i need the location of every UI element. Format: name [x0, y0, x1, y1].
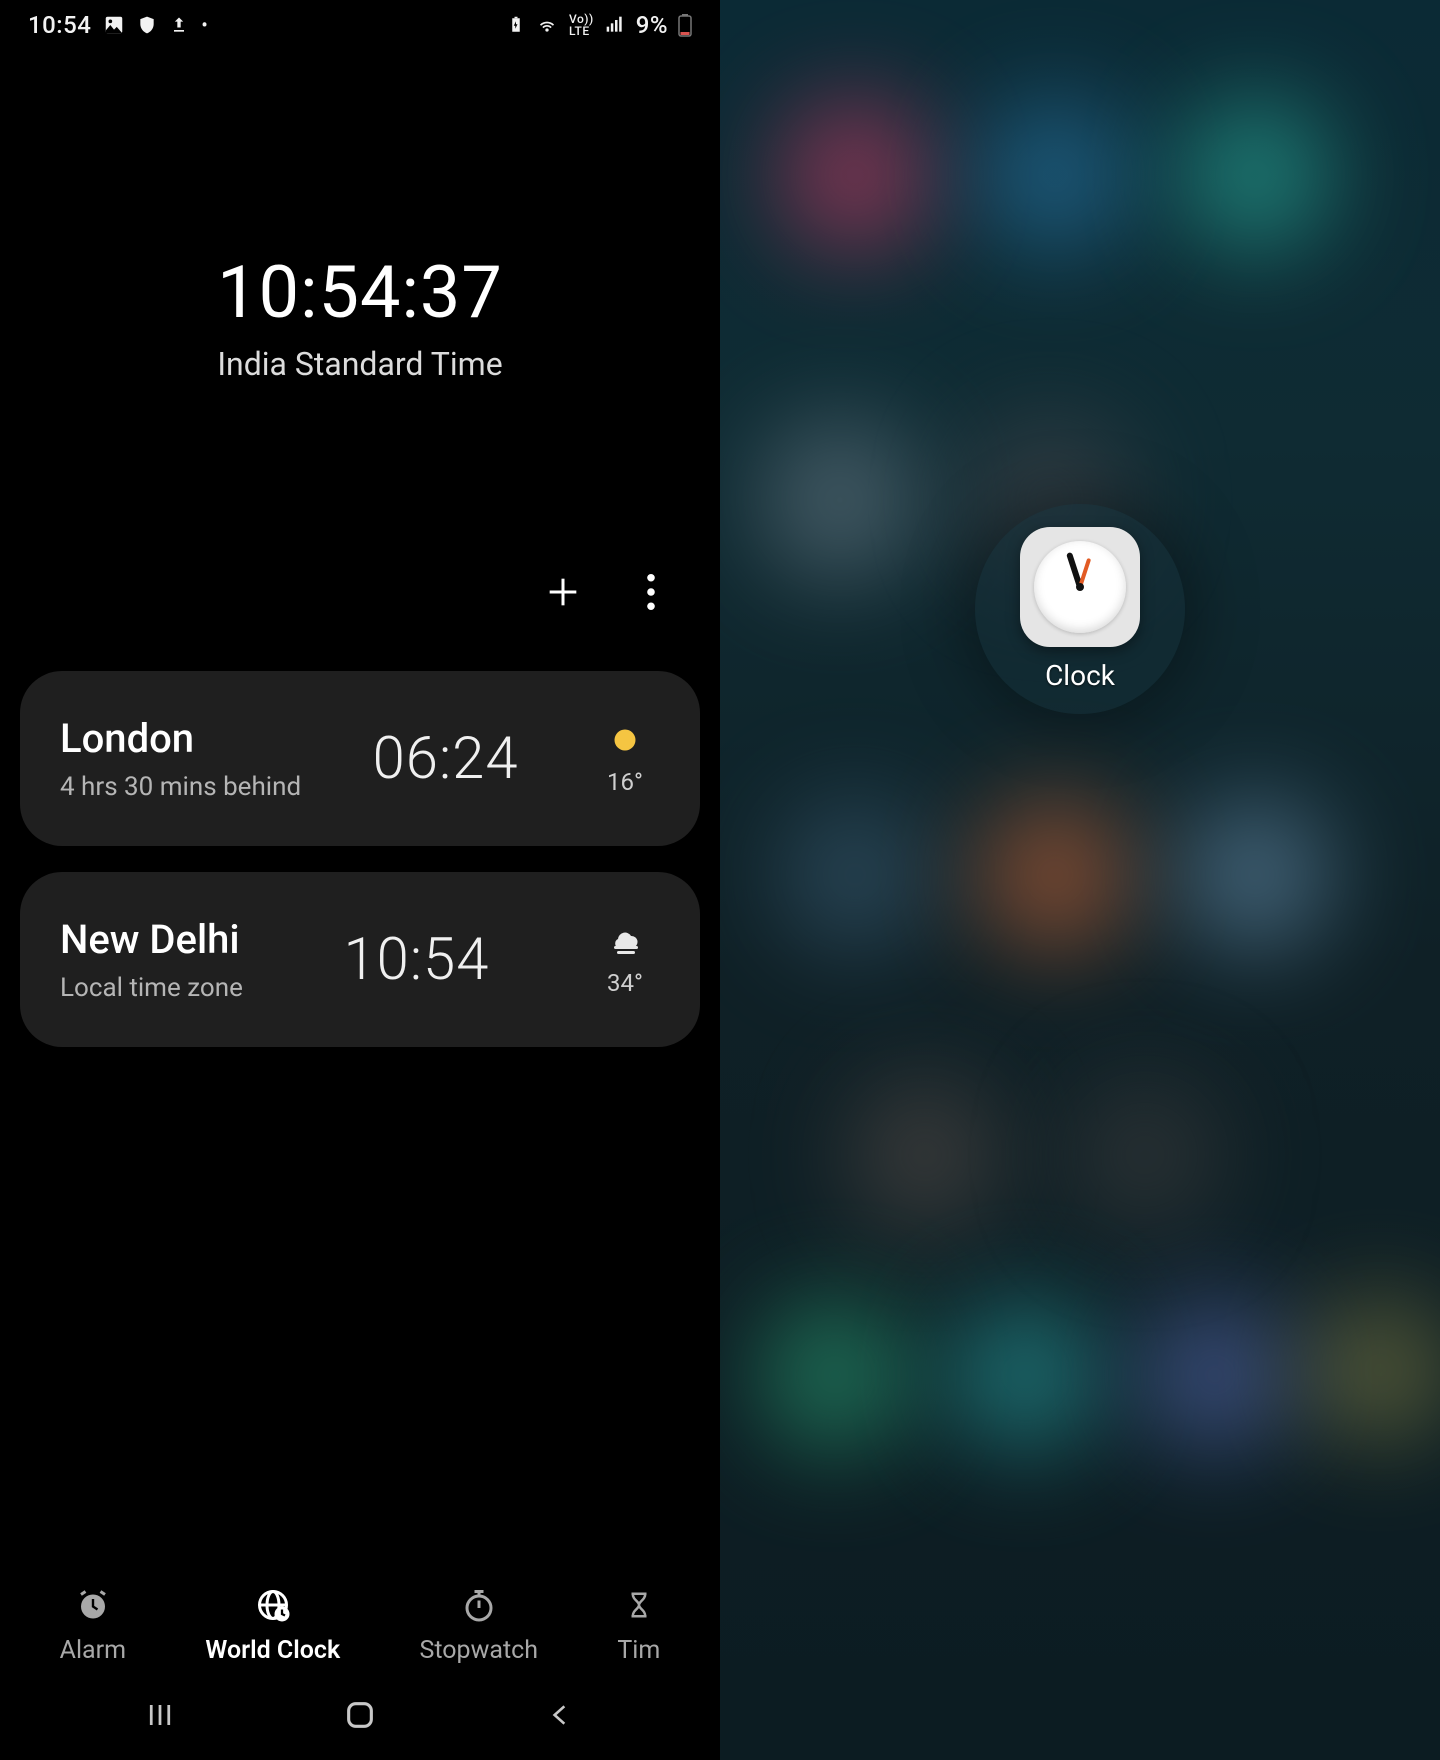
city-time: 06:24 [373, 725, 519, 793]
home-screen-blurred: Clock [720, 0, 1440, 1760]
shield-icon [137, 14, 157, 36]
signal-icon [604, 15, 626, 35]
foggy-icon [590, 923, 660, 959]
city-temp: 16° [590, 768, 660, 796]
city-weather: 16° [590, 722, 660, 796]
analog-clock-icon [1034, 541, 1126, 633]
dot-icon: • [201, 15, 207, 36]
battery-percentage: 9% [636, 11, 668, 39]
header-clock: 10:54:37 India Standard Time [0, 250, 720, 383]
header-timezone: India Standard Time [0, 345, 720, 383]
city-name: London [60, 715, 301, 762]
world-clock-list: London 4 hrs 30 mins behind 06:24 16° Ne… [0, 671, 720, 1047]
stopwatch-icon [420, 1584, 539, 1626]
volte-indicator: Vo))LTE [569, 13, 594, 37]
back-button[interactable] [530, 1685, 590, 1745]
city-offset: 4 hrs 30 mins behind [60, 772, 301, 802]
status-bar-time: 10:54 [28, 11, 91, 39]
hourglass-icon [617, 1584, 660, 1626]
tab-stopwatch[interactable]: Stopwatch [420, 1584, 539, 1665]
city-temp: 34° [590, 969, 660, 997]
status-bar-left: 10:54 • [28, 11, 208, 39]
clock-app-panel: 10:54 • Vo))LTE 9% [0, 0, 720, 1760]
status-bar: 10:54 • Vo))LTE 9% [0, 0, 720, 50]
clock-widget[interactable]: Clock [975, 504, 1185, 714]
wifi-icon [535, 15, 559, 35]
android-nav-bar [0, 1670, 720, 1760]
add-city-button[interactable] [539, 568, 587, 616]
sunny-icon [590, 722, 660, 758]
status-bar-right: Vo))LTE 9% [507, 11, 692, 39]
bottom-tab-bar: Alarm World Clock Stopwatch Tim [0, 1584, 720, 1665]
city-name: New Delhi [60, 916, 243, 963]
city-weather: 34° [590, 923, 660, 997]
world-clock-card[interactable]: London 4 hrs 30 mins behind 06:24 16° [20, 671, 700, 846]
city-info: New Delhi Local time zone [60, 916, 243, 1003]
city-time: 10:54 [344, 926, 490, 994]
tab-world-clock[interactable]: World Clock [205, 1584, 340, 1665]
tab-label: Tim [617, 1636, 660, 1665]
header-time: 10:54:37 [0, 250, 720, 335]
tab-label: Alarm [60, 1636, 126, 1665]
world-clock-card[interactable]: New Delhi Local time zone 10:54 34° [20, 872, 700, 1047]
image-icon [103, 14, 125, 36]
city-offset: Local time zone [60, 973, 243, 1003]
world-clock-actions [0, 568, 720, 616]
battery-icon [678, 13, 692, 37]
tab-timer[interactable]: Tim [617, 1584, 660, 1665]
clock-widget-tile [1020, 527, 1140, 647]
clock-widget-label: Clock [1045, 659, 1115, 692]
globe-icon [205, 1584, 340, 1626]
tab-alarm[interactable]: Alarm [60, 1584, 126, 1665]
home-button[interactable] [330, 1685, 390, 1745]
city-info: London 4 hrs 30 mins behind [60, 715, 301, 802]
more-options-button[interactable] [627, 568, 675, 616]
alarm-icon [60, 1584, 126, 1626]
battery-saver-icon [507, 14, 525, 36]
recents-button[interactable] [130, 1685, 190, 1745]
upload-icon [169, 14, 189, 36]
tab-label: World Clock [205, 1636, 340, 1665]
tab-label: Stopwatch [420, 1636, 539, 1665]
